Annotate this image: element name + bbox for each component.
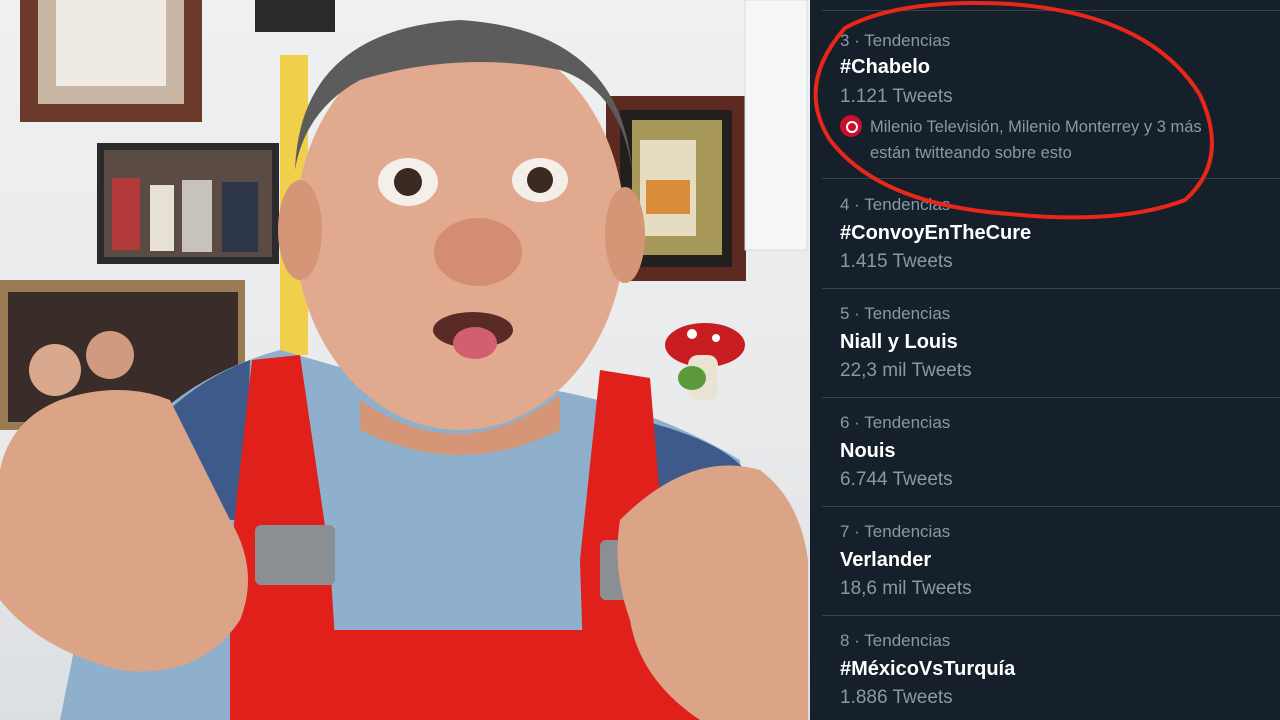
- trend-tweet-count: 18,6 mil Tweets: [840, 578, 972, 599]
- trend-name: Verlander: [840, 549, 932, 571]
- trend-tweet-count: 1.415 Tweets: [840, 251, 953, 272]
- trend-context-line2: están twitteando sobre esto: [870, 144, 1072, 162]
- trend-item-niall-y-louis[interactable]: 5 · Tendencias Niall y Louis 22,3 mil Tw…: [822, 290, 1280, 398]
- trend-context-line1: Milenio Televisión, Milenio Monterrey y …: [870, 118, 1202, 136]
- mushroom-toy: [665, 323, 745, 400]
- milenio-logo-icon: [840, 115, 862, 137]
- trend-meta: 6 · Tendencias: [840, 413, 951, 432]
- trend-tweet-count: 1.886 Tweets: [840, 687, 953, 708]
- trend-item-convoyenthecure[interactable]: 4 · Tendencias #ConvoyEnTheCure 1.415 Tw…: [822, 180, 1280, 289]
- trend-meta: 3 · Tendencias: [840, 31, 951, 50]
- trend-tweet-count: 22,3 mil Tweets: [840, 360, 972, 381]
- photo: [0, 0, 810, 720]
- trend-meta: 7 · Tendencias: [840, 522, 951, 541]
- trends-panel: 3 · Tendencias #Chabelo 1.121 Tweets Mil…: [810, 0, 1280, 720]
- trend-context: Milenio Televisión, Milenio Monterrey y …: [840, 114, 1260, 166]
- trend-meta: 4 · Tendencias: [840, 195, 951, 214]
- trend-item-chabelo[interactable]: 3 · Tendencias #Chabelo 1.121 Tweets Mil…: [822, 11, 1280, 179]
- trend-name: #MéxicoVsTurquía: [840, 658, 1016, 680]
- trend-meta: 8 · Tendencias: [840, 631, 951, 650]
- trend-tweet-count: 1.121 Tweets: [840, 86, 953, 107]
- trend-tweet-count: 6.744 Tweets: [840, 469, 953, 490]
- trend-item-verlander[interactable]: 7 · Tendencias Verlander 18,6 mil Tweets: [822, 508, 1280, 616]
- photo-illustration: [0, 0, 808, 720]
- trend-item-mexicovsturquia[interactable]: 8 · Tendencias #MéxicoVsTurquía 1.886 Tw…: [822, 617, 1280, 720]
- trend-name: #Chabelo: [840, 56, 931, 78]
- trend-name: Niall y Louis: [840, 331, 958, 353]
- trend-meta: 5 · Tendencias: [840, 304, 951, 323]
- trend-item-nouis[interactable]: 6 · Tendencias Nouis 6.744 Tweets: [822, 399, 1280, 507]
- trend-name: Nouis: [840, 440, 896, 462]
- trend-name: #ConvoyEnTheCure: [840, 222, 1032, 244]
